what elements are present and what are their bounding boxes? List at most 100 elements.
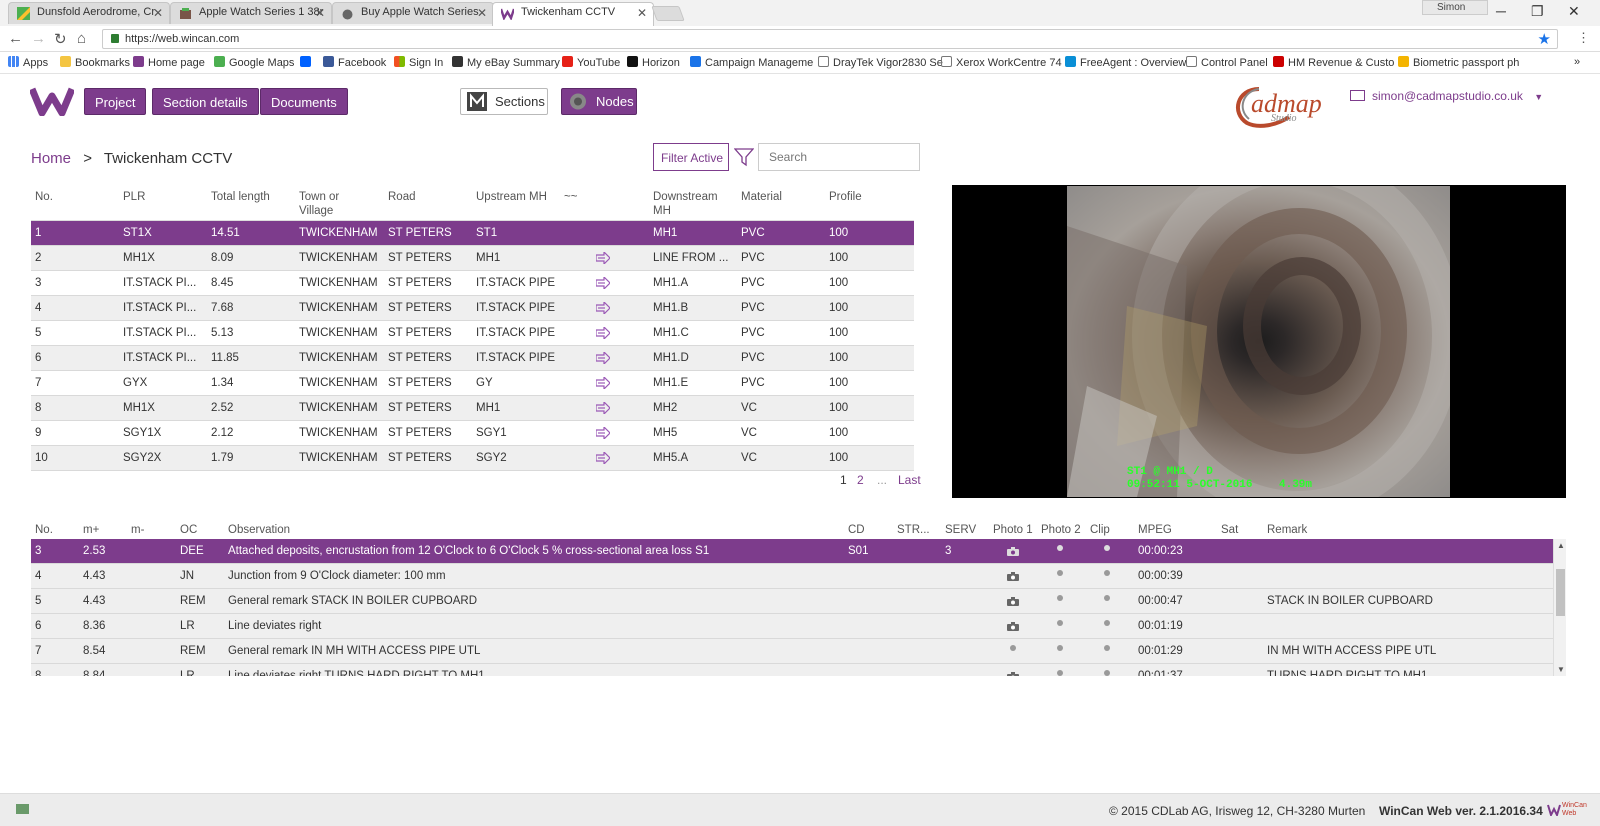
- nodes-button[interactable]: Nodes: [561, 88, 637, 115]
- col-photo1[interactable]: Photo 1: [993, 524, 1033, 536]
- section-details-button[interactable]: Section details: [152, 88, 259, 115]
- observations-scrollbar[interactable]: ▲ ▼: [1553, 539, 1566, 676]
- bookmark-signin[interactable]: Sign In: [394, 56, 443, 69]
- pager-last[interactable]: Last: [898, 473, 921, 487]
- section-row[interactable]: 4 IT.STACK PI... 7.68 TWICKENHAM ST PETERS IT…: [31, 296, 914, 321]
- photo1-dot-icon[interactable]: [1010, 645, 1016, 651]
- media-dot-icon[interactable]: [1104, 620, 1110, 626]
- bookmark-youtube[interactable]: YouTube: [562, 56, 620, 69]
- bookmark-folder[interactable]: Bookmarks: [60, 56, 130, 69]
- observation-row[interactable]: 7 8.54 REM General remark IN MH WITH ACCESS…: [31, 639, 1553, 664]
- scroll-up-icon[interactable]: ▲: [1557, 541, 1565, 550]
- media-dot-icon[interactable]: [1104, 645, 1110, 651]
- col-profile[interactable]: Profile: [829, 190, 862, 204]
- window-close-icon[interactable]: ✕: [1568, 3, 1580, 20]
- filter-active-button[interactable]: Filter Active: [653, 143, 729, 171]
- col-mpeg[interactable]: MPEG: [1138, 524, 1172, 536]
- media-dot-icon[interactable]: [1057, 570, 1063, 576]
- cctv-video-player[interactable]: ST1 @ MH1 / D 09:52:11 5-OCT-2016 4.39m: [952, 185, 1566, 498]
- observation-row[interactable]: 3 2.53 DEE Attached deposits, encrustation …: [31, 539, 1553, 564]
- col-sat[interactable]: Sat: [1221, 524, 1238, 536]
- observation-row[interactable]: 5 4.43 REM General remark STACK IN BOILER C…: [31, 589, 1553, 614]
- col-no[interactable]: No.: [35, 524, 53, 536]
- back-icon[interactable]: ←: [8, 30, 23, 47]
- col-remark[interactable]: Remark: [1267, 524, 1307, 536]
- camera-icon[interactable]: [1007, 622, 1019, 631]
- media-dot-icon[interactable]: [1057, 670, 1063, 676]
- scroll-down-icon[interactable]: ▼: [1557, 665, 1565, 674]
- forward-icon[interactable]: →: [31, 30, 46, 47]
- camera-icon[interactable]: [1007, 672, 1019, 676]
- col-cd[interactable]: CD: [848, 524, 865, 536]
- breadcrumb-home[interactable]: Home: [31, 150, 71, 167]
- minimize-icon[interactable]: ─: [1496, 3, 1506, 19]
- bookmark-freeagent[interactable]: FreeAgent : Overview: [1065, 56, 1186, 69]
- reload-icon[interactable]: ↻: [54, 30, 67, 48]
- observation-row[interactable]: 4 4.43 JN Junction from 9 O'Clock diameter:…: [31, 564, 1553, 589]
- section-row[interactable]: 8 MH1X 2.52 TWICKENHAM ST PETERS MH1 MH2 VC 100: [31, 396, 914, 421]
- section-row[interactable]: 1 ST1X 14.51 TWICKENHAM ST PETERS ST1 MH1 PVC 10…: [31, 221, 914, 246]
- media-dot-icon[interactable]: [1104, 670, 1110, 676]
- col-serv[interactable]: SERV: [945, 524, 976, 536]
- camera-icon[interactable]: [1007, 597, 1019, 606]
- close-icon[interactable]: ✕: [315, 6, 325, 20]
- section-row[interactable]: 6 IT.STACK PI... 11.85 TWICKENHAM ST PETERS I…: [31, 346, 914, 371]
- home-icon[interactable]: ⌂: [77, 30, 86, 47]
- bookmark-xerox[interactable]: Xerox WorkCentre 74: [941, 56, 1062, 69]
- documents-button[interactable]: Documents: [260, 88, 348, 115]
- col-observation[interactable]: Observation: [228, 524, 290, 536]
- section-row[interactable]: 10 SGY2X 1.79 TWICKENHAM ST PETERS SGY2 MH5.A V…: [31, 446, 914, 471]
- sections-button[interactable]: Sections: [460, 88, 548, 115]
- media-dot-icon[interactable]: [1104, 570, 1110, 576]
- bookmark-home[interactable]: Home page: [133, 56, 205, 69]
- search-input[interactable]: [758, 143, 920, 171]
- restore-icon[interactable]: ❐: [1531, 3, 1544, 20]
- pager-page-1[interactable]: 1: [840, 473, 847, 487]
- col-m-minus[interactable]: m-: [131, 524, 144, 536]
- user-menu[interactable]: simon@cadmapstudio.co.uk ▼: [1350, 89, 1543, 103]
- browser-tab-apple2[interactable]: Buy Apple Watch Series ✕: [332, 2, 494, 24]
- pager-page-2[interactable]: 2: [857, 473, 864, 487]
- col-str[interactable]: STR...: [897, 524, 930, 536]
- col-photo2[interactable]: Photo 2: [1041, 524, 1081, 536]
- bookmark-horizon[interactable]: Horizon: [627, 56, 680, 69]
- browser-tab-active[interactable]: Twickenham CCTV ✕: [492, 2, 654, 26]
- section-row[interactable]: 3 IT.STACK PI... 8.45 TWICKENHAM ST PETERS IT…: [31, 271, 914, 296]
- browser-tab-maps[interactable]: Dunsfold Aerodrome, Cr ✕: [8, 2, 170, 24]
- media-dot-icon[interactable]: [1104, 595, 1110, 601]
- browser-tab-apple1[interactable]: Apple Watch Series 1 38r ✕: [170, 2, 332, 24]
- observation-row[interactable]: 6 8.36 LR Line deviates right 00:01:19: [31, 614, 1553, 639]
- media-dot-icon[interactable]: [1104, 545, 1110, 551]
- col-road[interactable]: Road: [388, 190, 416, 204]
- url-input[interactable]: https://web.wincan.com ★: [102, 29, 1558, 49]
- col-clip[interactable]: Clip: [1090, 524, 1110, 536]
- observation-row[interactable]: 8 8.84 LR Line deviates right TURNS HARD RI…: [31, 664, 1553, 676]
- bookmark-maps[interactable]: Google Maps: [214, 56, 294, 69]
- bookmark-draytek[interactable]: DrayTek Vigor2830 Se: [818, 56, 943, 69]
- filter-funnel-icon[interactable]: [734, 147, 754, 167]
- close-icon[interactable]: ✕: [637, 6, 647, 20]
- profile-chip[interactable]: Simon: [1422, 0, 1488, 15]
- col-total-length[interactable]: Total length: [211, 190, 270, 204]
- col-material[interactable]: Material: [741, 190, 782, 204]
- media-dot-icon[interactable]: [1057, 595, 1063, 601]
- media-dot-icon[interactable]: [1057, 620, 1063, 626]
- bookmark-campaign[interactable]: Campaign Manageme: [690, 56, 813, 69]
- col-plr[interactable]: PLR: [123, 190, 145, 204]
- bookmark-apps[interactable]: Apps: [8, 56, 48, 69]
- col-upstream-mh[interactable]: Upstream MH: [476, 190, 547, 204]
- bookmark-control-panel[interactable]: Control Panel: [1186, 56, 1268, 69]
- project-button[interactable]: Project: [84, 88, 147, 115]
- bookmark-hmrc[interactable]: HM Revenue & Custo: [1273, 56, 1394, 69]
- section-row[interactable]: 5 IT.STACK PI... 5.13 TWICKENHAM ST PETERS IT…: [31, 321, 914, 346]
- media-dot-icon[interactable]: [1057, 645, 1063, 651]
- bookmark-facebook[interactable]: Facebook: [323, 56, 386, 69]
- new-tab-button[interactable]: [651, 6, 685, 21]
- col-oc[interactable]: OC: [180, 524, 197, 536]
- section-row[interactable]: 9 SGY1X 2.12 TWICKENHAM ST PETERS SGY1 MH5 VC 10…: [31, 421, 914, 446]
- bookmarks-more[interactable]: »: [1574, 56, 1580, 68]
- wincan-logo[interactable]: [30, 86, 74, 116]
- star-icon[interactable]: ★: [1538, 30, 1551, 48]
- camera-icon[interactable]: [1007, 572, 1019, 581]
- media-dot-icon[interactable]: [1057, 545, 1063, 551]
